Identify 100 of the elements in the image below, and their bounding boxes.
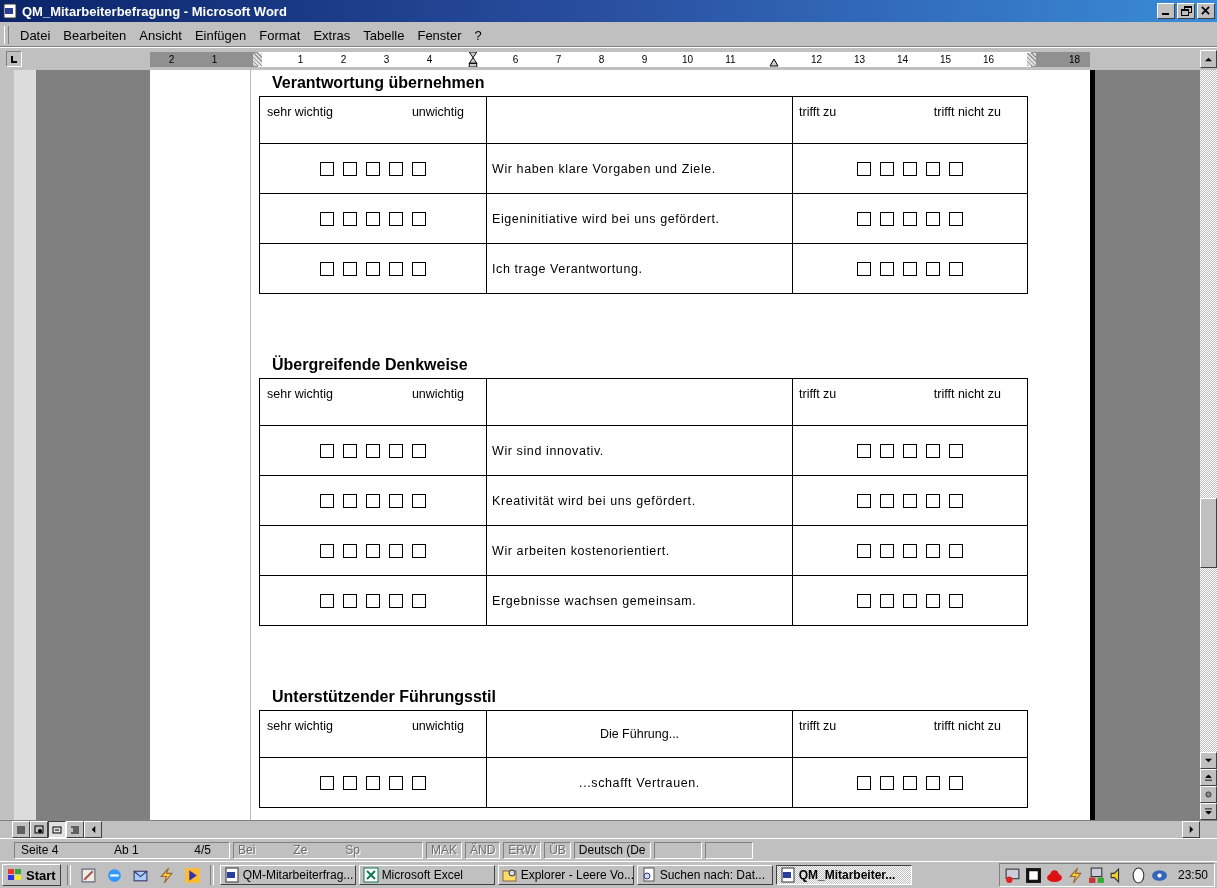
checkbox[interactable] bbox=[880, 493, 894, 508]
checkbox[interactable] bbox=[320, 493, 334, 508]
checkbox[interactable] bbox=[320, 261, 334, 276]
checkbox[interactable] bbox=[949, 211, 963, 226]
checkbox[interactable] bbox=[949, 261, 963, 276]
browse-object-button[interactable] bbox=[1200, 786, 1217, 803]
normal-view-button[interactable] bbox=[12, 821, 30, 838]
checkbox[interactable] bbox=[926, 493, 940, 508]
lightning-icon[interactable] bbox=[157, 866, 175, 884]
checkbox[interactable] bbox=[949, 443, 963, 458]
checkbox[interactable] bbox=[366, 443, 380, 458]
checkbox[interactable] bbox=[412, 593, 426, 608]
minimize-button[interactable] bbox=[1157, 3, 1175, 19]
checkbox[interactable] bbox=[926, 543, 940, 558]
checkbox[interactable] bbox=[366, 593, 380, 608]
checkbox[interactable] bbox=[389, 775, 403, 790]
checkbox[interactable] bbox=[857, 593, 871, 608]
checkbox[interactable] bbox=[903, 593, 917, 608]
taskbar-button[interactable]: Explorer - Leere Vo... bbox=[497, 865, 634, 885]
checkbox[interactable] bbox=[412, 261, 426, 276]
next-page-button[interactable] bbox=[1200, 803, 1217, 820]
checkbox[interactable] bbox=[412, 775, 426, 790]
checkbox[interactable] bbox=[412, 543, 426, 558]
menu-item[interactable]: Extras bbox=[308, 27, 356, 43]
close-button[interactable] bbox=[1197, 3, 1215, 19]
menu-item[interactable]: Einfügen bbox=[189, 27, 252, 43]
checkbox[interactable] bbox=[389, 593, 403, 608]
network-icon[interactable] bbox=[1087, 866, 1105, 884]
checkbox[interactable] bbox=[857, 493, 871, 508]
checkbox[interactable] bbox=[366, 161, 380, 176]
checkbox[interactable] bbox=[857, 775, 871, 790]
checkbox[interactable] bbox=[903, 775, 917, 790]
checkbox[interactable] bbox=[857, 443, 871, 458]
menu-item[interactable]: Format bbox=[254, 27, 306, 43]
checkbox[interactable] bbox=[903, 493, 917, 508]
checkbox[interactable] bbox=[320, 443, 334, 458]
tab-selector-button[interactable] bbox=[6, 51, 22, 67]
checkbox[interactable] bbox=[343, 443, 357, 458]
checkbox[interactable] bbox=[926, 775, 940, 790]
checkbox[interactable] bbox=[857, 261, 871, 276]
checkbox[interactable] bbox=[926, 443, 940, 458]
checkbox[interactable] bbox=[389, 443, 403, 458]
scroll-up-button[interactable] bbox=[1200, 50, 1217, 68]
restore-button[interactable] bbox=[1177, 3, 1195, 19]
checkbox[interactable] bbox=[389, 493, 403, 508]
checkbox[interactable] bbox=[949, 543, 963, 558]
checkbox[interactable] bbox=[880, 443, 894, 458]
checkbox[interactable] bbox=[343, 261, 357, 276]
play-icon[interactable] bbox=[183, 866, 201, 884]
taskbar-button[interactable]: QM-Mitarbeiterfrag... bbox=[219, 865, 356, 885]
scroll-left-button[interactable] bbox=[84, 821, 102, 838]
checkbox[interactable] bbox=[343, 775, 357, 790]
checkbox[interactable] bbox=[903, 261, 917, 276]
square-icon[interactable] bbox=[1024, 866, 1042, 884]
checkbox[interactable] bbox=[949, 493, 963, 508]
checkbox[interactable] bbox=[389, 543, 403, 558]
menu-item[interactable]: Bearbeiten bbox=[58, 27, 132, 43]
checkbox[interactable] bbox=[320, 161, 334, 176]
scroll-right-button[interactable] bbox=[1182, 821, 1200, 838]
checkbox[interactable] bbox=[412, 211, 426, 226]
checkbox[interactable] bbox=[366, 211, 380, 226]
checkbox[interactable] bbox=[857, 161, 871, 176]
checkbox[interactable] bbox=[880, 775, 894, 790]
checkbox[interactable] bbox=[926, 261, 940, 276]
margin-marker[interactable] bbox=[1027, 52, 1036, 66]
menu-item[interactable]: ? bbox=[469, 27, 487, 43]
checkbox[interactable] bbox=[343, 211, 357, 226]
checkbox[interactable] bbox=[857, 543, 871, 558]
checkbox[interactable] bbox=[903, 543, 917, 558]
checkbox[interactable] bbox=[926, 593, 940, 608]
checkbox[interactable] bbox=[343, 493, 357, 508]
checkbox[interactable] bbox=[880, 261, 894, 276]
taskbar-button[interactable]: QM_Mitarbeiter... bbox=[775, 865, 912, 885]
checkbox[interactable] bbox=[857, 211, 871, 226]
print-view-button[interactable] bbox=[48, 821, 66, 838]
checkbox[interactable] bbox=[903, 161, 917, 176]
menu-item[interactable]: Fenster bbox=[412, 27, 467, 43]
browser-icon[interactable] bbox=[105, 866, 123, 884]
indent-marker[interactable] bbox=[768, 58, 779, 67]
scroll-down-button[interactable] bbox=[1200, 752, 1217, 769]
outline-view-button[interactable] bbox=[66, 821, 84, 838]
checkbox[interactable] bbox=[366, 775, 380, 790]
pencil-icon[interactable] bbox=[79, 866, 97, 884]
scroll-thumb[interactable] bbox=[1200, 498, 1217, 568]
checkbox[interactable] bbox=[880, 543, 894, 558]
checkbox[interactable] bbox=[343, 593, 357, 608]
menu-item[interactable]: Datei bbox=[15, 27, 56, 43]
checkbox[interactable] bbox=[343, 161, 357, 176]
taskbar-button[interactable]: Suchen nach: Dat... bbox=[636, 865, 773, 885]
checkbox[interactable] bbox=[949, 593, 963, 608]
checkbox[interactable] bbox=[389, 161, 403, 176]
checkbox[interactable] bbox=[389, 211, 403, 226]
checkbox[interactable] bbox=[320, 543, 334, 558]
start-button[interactable]: Start bbox=[2, 864, 61, 886]
checkbox[interactable] bbox=[903, 443, 917, 458]
checkbox[interactable] bbox=[412, 443, 426, 458]
checkbox[interactable] bbox=[366, 261, 380, 276]
checkbox[interactable] bbox=[926, 161, 940, 176]
indent-marker[interactable] bbox=[467, 51, 478, 67]
checkbox[interactable] bbox=[949, 775, 963, 790]
